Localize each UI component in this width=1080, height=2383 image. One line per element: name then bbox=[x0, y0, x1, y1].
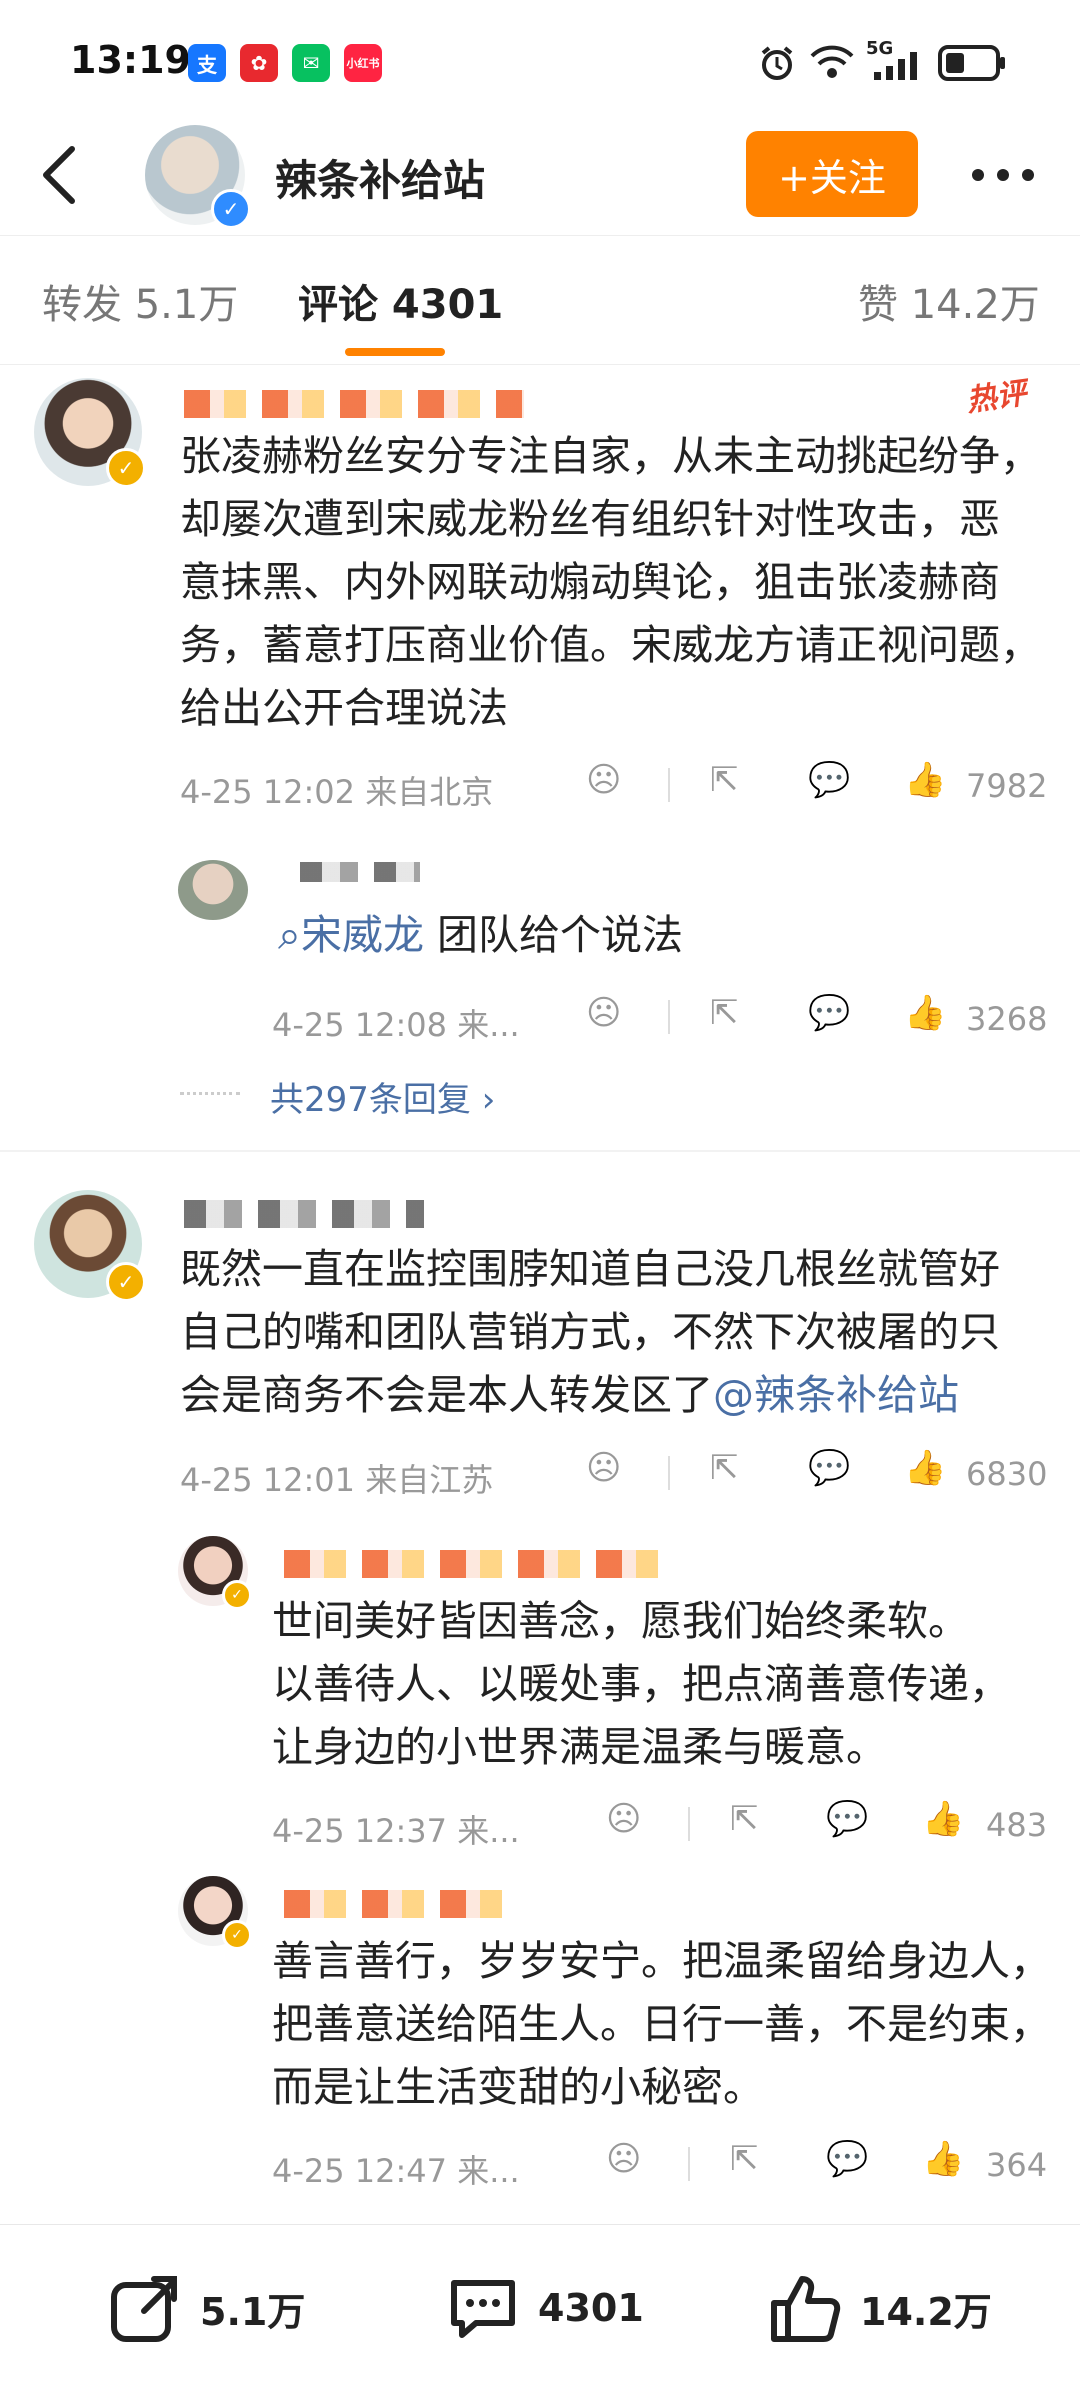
chevron-left-icon bbox=[43, 146, 75, 204]
alarm-icon bbox=[758, 44, 796, 86]
xiaohongshu-icon: 小红书 bbox=[344, 44, 382, 82]
reply-icon[interactable]: 💬 bbox=[808, 993, 850, 1033]
action-divider bbox=[688, 1807, 690, 1841]
username-blurred[interactable] bbox=[184, 390, 524, 418]
repost-button[interactable]: 5.1万 bbox=[108, 2271, 305, 2345]
tab-reposts[interactable]: 转发 5.1万 bbox=[42, 272, 238, 330]
like-icon[interactable]: 👍 bbox=[922, 2139, 964, 2179]
wifi-icon bbox=[808, 40, 856, 86]
post-header: ✓ 辣条补给站 +关注 bbox=[0, 125, 1080, 235]
share-icon[interactable]: ⇱ bbox=[710, 760, 739, 800]
like-count: 483 bbox=[986, 1806, 1048, 1844]
reply-meta: 4-25 12:47 来... bbox=[272, 2152, 520, 2190]
author-name[interactable]: 辣条补给站 bbox=[275, 147, 485, 208]
like-count: 6830 bbox=[966, 1455, 1048, 1493]
status-bar: 13:19 支 ✿ ✉ 小红书 5G bbox=[0, 0, 1080, 125]
hot-comment-badge: 热评 bbox=[964, 375, 1029, 419]
comment-text: 张凌赫粉丝安分专注自家，从未主动挑起纷争， 却屡次遭到宋威龙粉丝有组织针对性攻击… bbox=[180, 432, 1041, 732]
more-options-button[interactable] bbox=[968, 155, 1038, 195]
battery-icon bbox=[938, 44, 1008, 86]
dotted-line bbox=[180, 1092, 240, 1095]
thumbs-up-icon bbox=[771, 2276, 841, 2342]
verified-badge-icon: ✓ bbox=[211, 189, 251, 229]
more-replies-link[interactable]: 共297条回复 › bbox=[270, 1072, 495, 1121]
verified-badge-icon: ✓ bbox=[106, 448, 146, 488]
verified-badge-icon: ✓ bbox=[106, 1262, 146, 1302]
dislike-icon[interactable]: ☹ bbox=[586, 760, 621, 800]
comment-button[interactable]: 4301 bbox=[446, 2271, 644, 2345]
share-icon[interactable]: ⇱ bbox=[710, 993, 739, 1033]
like-count: 3268 bbox=[966, 1000, 1048, 1038]
signal-icon bbox=[870, 50, 926, 84]
dislike-icon[interactable]: ☹ bbox=[586, 993, 621, 1033]
alipay-icon: 支 bbox=[188, 44, 226, 82]
reply-text: 善言善行，岁岁安宁。把温柔留给身边人， 把善意送给陌生人。日行一善，不是约束， … bbox=[272, 1937, 1051, 2111]
action-divider bbox=[688, 2147, 690, 2181]
username-blurred[interactable] bbox=[300, 862, 420, 882]
dislike-icon[interactable]: ☹ bbox=[606, 2139, 641, 2179]
wechat-icon: ✉ bbox=[292, 44, 330, 82]
tab-likes[interactable]: 赞 14.2万 bbox=[858, 272, 1040, 330]
verified-badge-icon: ✓ bbox=[222, 1580, 252, 1610]
comment-meta: 4-25 12:02 来自北京 bbox=[180, 773, 494, 811]
status-time: 13:19 bbox=[70, 38, 191, 82]
reply-icon[interactable]: 💬 bbox=[808, 760, 850, 800]
repost-count: 5.1万 bbox=[200, 2289, 306, 2334]
like-icon[interactable]: 👍 bbox=[904, 993, 946, 1033]
share-icon[interactable]: ⇱ bbox=[730, 1799, 759, 1839]
reply-icon[interactable]: 💬 bbox=[826, 1799, 868, 1839]
username-blurred[interactable] bbox=[284, 1890, 514, 1918]
post-tabs: 转发 5.1万 评论 4301 赞 14.2万 bbox=[0, 235, 1080, 365]
action-divider bbox=[668, 1456, 670, 1490]
back-button[interactable] bbox=[36, 143, 96, 213]
share-icon[interactable]: ⇱ bbox=[710, 1448, 739, 1488]
comment-icon bbox=[451, 2280, 515, 2338]
reply-icon[interactable]: 💬 bbox=[808, 1448, 850, 1488]
bottom-action-bar: 5.1万 4301 14.2万 bbox=[0, 2224, 1080, 2383]
like-count: 7982 bbox=[966, 767, 1048, 805]
share-icon[interactable]: ⇱ bbox=[730, 2139, 759, 2179]
like-button[interactable]: 14.2万 bbox=[768, 2271, 992, 2345]
like-count: 364 bbox=[986, 2146, 1048, 2184]
search-icon: ⌕ bbox=[278, 911, 301, 959]
tab-comments[interactable]: 评论 4301 bbox=[298, 272, 503, 330]
username-blurred[interactable] bbox=[284, 1550, 674, 1578]
like-icon[interactable]: 👍 bbox=[922, 1799, 964, 1839]
comment-text: 既然一直在监控围脖知道自己没几根丝就管好 自己的嘴和团队营销方式，不然下次被屠的… bbox=[180, 1245, 1000, 1419]
like-icon[interactable]: 👍 bbox=[904, 760, 946, 800]
verified-badge-icon: ✓ bbox=[222, 1920, 252, 1950]
dislike-icon[interactable]: ☹ bbox=[586, 1448, 621, 1488]
topic-link[interactable]: 宋威龙 bbox=[301, 911, 424, 959]
like-total: 14.2万 bbox=[860, 2289, 992, 2334]
action-divider bbox=[668, 1000, 670, 1034]
comment-meta: 4-25 12:01 来自江苏 bbox=[180, 1461, 494, 1499]
reply-text: 世间美好皆因善念，愿我们始终柔软。 以善待人、以暖处事，把点滴善意传递， 让身边… bbox=[272, 1597, 1010, 1771]
like-icon[interactable]: 👍 bbox=[904, 1448, 946, 1488]
comment-count: 4301 bbox=[538, 2286, 644, 2330]
active-tab-indicator bbox=[345, 348, 445, 356]
comment-separator bbox=[0, 1150, 1080, 1152]
more-icon bbox=[972, 169, 1034, 181]
dislike-icon[interactable]: ☹ bbox=[606, 1799, 641, 1839]
replier-avatar[interactable] bbox=[178, 860, 248, 920]
username-blurred[interactable] bbox=[184, 1200, 424, 1228]
reply-icon[interactable]: 💬 bbox=[826, 2139, 868, 2179]
reply-meta: 4-25 12:37 来... bbox=[272, 1812, 520, 1850]
reply-meta: 4-25 12:08 来... bbox=[272, 1006, 520, 1044]
repost-icon bbox=[111, 2276, 177, 2342]
mention-link[interactable]: @辣条补给站 bbox=[713, 1371, 959, 1419]
app-red-icon: ✿ bbox=[240, 44, 278, 82]
reply-text: ⌕宋威龙 团队给个说法 bbox=[278, 911, 684, 959]
action-divider bbox=[668, 768, 670, 802]
follow-button[interactable]: +关注 bbox=[746, 131, 918, 217]
